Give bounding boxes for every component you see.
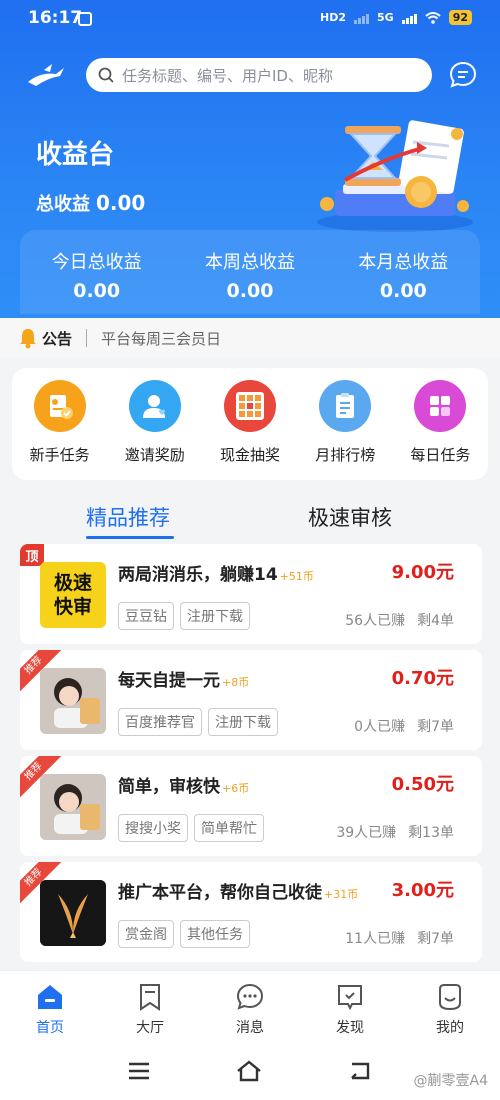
task-price: 0.70元 — [391, 668, 454, 689]
total-earnings: 总收益 0.00 — [36, 191, 146, 215]
search-placeholder: 任务标题、编号、用户ID、昵称 — [122, 66, 333, 85]
announcement-bar[interactable]: 公告 平台每周三会员日 — [0, 318, 500, 358]
pinned-badge: 顶 — [20, 544, 44, 566]
status-bar: 16:17 HD2 5G 92 — [0, 8, 500, 32]
bell-icon — [20, 329, 36, 349]
task-title: 两局消消乐，躺赚14 +51币 — [118, 565, 314, 585]
back-icon[interactable] — [348, 1060, 372, 1082]
quick-menu: 新手任务 邀请奖励 现金抽奖 月排行榜 每日任务 — [12, 368, 488, 480]
task-title: 推广本平台，帮你自己收徒 +31币 — [118, 883, 359, 903]
task-tabs: 精品推荐 极速审核 — [0, 502, 500, 542]
task-meta: 11人已赚 剩7单 — [345, 931, 454, 947]
quick-item-newbie[interactable]: 新手任务 — [12, 368, 107, 480]
task-tag: 豆豆钻 — [118, 602, 174, 630]
announcement-tag: 公告 — [42, 329, 73, 348]
nav-hall[interactable]: 大厅 — [100, 971, 200, 1044]
total-earnings-value: 0.00 — [96, 191, 146, 215]
task-price: 9.00元 — [391, 562, 454, 583]
daily-task-icon — [414, 380, 467, 432]
task-thumbnail — [40, 668, 106, 734]
notification-icon — [78, 12, 92, 26]
lottery-icon — [224, 380, 276, 432]
task-tags: 搜搜小奖 简单帮忙 — [118, 814, 264, 842]
hd-indicator: HD2 — [320, 11, 346, 24]
task-thumbnail — [40, 880, 106, 946]
task-tags: 百度推荐官 注册下载 — [118, 708, 278, 736]
chat-bubble-icon[interactable] — [448, 60, 478, 90]
task-title: 每天自提一元 +8币 — [118, 671, 250, 691]
task-tags: 赏金阁 其他任务 — [118, 920, 250, 948]
signal-icon — [354, 12, 369, 24]
nav-messages[interactable]: 消息 — [200, 971, 300, 1044]
task-price: 0.50元 — [391, 774, 454, 795]
task-tag: 注册下载 — [208, 708, 278, 736]
stat-today[interactable]: 今日总收益 0.00 — [20, 230, 173, 314]
task-card[interactable]: 顶 极速 快审 两局消消乐，躺赚14 +51币 9.00元 豆豆钻 注册下载 56… — [20, 544, 482, 644]
system-nav-bar: @蒯零壹A4 — [0, 1044, 500, 1100]
wifi-icon — [425, 11, 441, 24]
app-logo-icon[interactable] — [26, 62, 66, 90]
discover-icon — [338, 985, 362, 1011]
signal-5g-icon — [401, 12, 417, 24]
battery-level: 92 — [448, 10, 472, 25]
task-bonus: +8币 — [222, 676, 250, 689]
earnings-stats: 今日总收益 0.00 本周总收益 0.00 本月总收益 0.00 — [20, 230, 480, 314]
stat-week[interactable]: 本周总收益 0.00 — [173, 230, 326, 314]
task-bonus: +31币 — [324, 888, 359, 901]
task-bonus: +51币 — [279, 570, 314, 583]
task-title: 简单，审核快 +6币 — [118, 777, 250, 797]
home-icon — [38, 985, 62, 1009]
status-time: 16:17 — [28, 8, 83, 28]
quick-item-lottery[interactable]: 现金抽奖 — [202, 368, 297, 480]
task-meta: 39人已赚 剩13单 — [336, 825, 454, 841]
nav-profile[interactable]: 我的 — [400, 971, 500, 1044]
tab-fast-review[interactable]: 极速审核 — [308, 502, 392, 532]
task-price: 3.00元 — [391, 880, 454, 901]
task-thumbnail — [40, 774, 106, 840]
ranking-icon — [319, 380, 372, 432]
task-tag: 百度推荐官 — [118, 708, 202, 736]
task-tag: 其他任务 — [180, 920, 250, 948]
task-meta: 0人已赚 剩7单 — [354, 719, 454, 735]
nav-home[interactable]: 首页 — [0, 971, 100, 1044]
task-card[interactable]: 每天自提一元 +8币 0.70元 百度推荐官 注册下载 0人已赚 剩7单 推荐 — [20, 650, 482, 750]
watermark: @蒯零壹A4 — [413, 1073, 488, 1089]
task-tag: 注册下载 — [180, 602, 250, 630]
task-bonus: +6币 — [222, 782, 250, 795]
tab-active-indicator — [86, 536, 174, 539]
nav-discover[interactable]: 发现 — [300, 971, 400, 1044]
home-system-icon[interactable] — [236, 1060, 262, 1082]
task-tag: 搜搜小奖 — [118, 814, 188, 842]
menu-icon[interactable] — [128, 1060, 150, 1082]
task-tag: 赏金阁 — [118, 920, 174, 948]
hero-header: 16:17 HD2 5G 92 任务标题、编号、用户ID、昵称 收益台 总收益 0… — [0, 0, 500, 318]
task-card[interactable]: 推广本平台，帮你自己收徒 +31币 3.00元 赏金阁 其他任务 11人已赚 剩7单… — [20, 862, 482, 962]
status-right: HD2 5G 92 — [320, 10, 472, 25]
announcement-text: 平台每周三会员日 — [101, 329, 222, 348]
profile-icon — [439, 984, 461, 1011]
top-bar: 任务标题、编号、用户ID、昵称 — [0, 58, 500, 94]
message-icon — [236, 983, 264, 1010]
quick-item-daily[interactable]: 每日任务 — [393, 368, 488, 480]
quick-item-invite[interactable]: 邀请奖励 — [107, 368, 202, 480]
quick-item-ranking[interactable]: 月排行榜 — [298, 368, 393, 480]
task-meta: 56人已赚 剩4单 — [345, 613, 454, 629]
invite-user-icon — [128, 380, 181, 432]
task-tags: 豆豆钻 注册下载 — [118, 602, 250, 630]
bookmark-icon — [140, 984, 160, 1011]
search-icon — [98, 67, 114, 83]
stat-month[interactable]: 本月总收益 0.00 — [327, 230, 480, 314]
task-tag: 简单帮忙 — [194, 814, 264, 842]
bottom-nav: 首页 大厅 消息 发现 我的 — [0, 970, 500, 1044]
task-card[interactable]: 简单，审核快 +6币 0.50元 搜搜小奖 简单帮忙 39人已赚 剩13单 推荐 — [20, 756, 482, 856]
task-thumbnail: 极速 快审 — [40, 562, 106, 628]
network-label: 5G — [377, 11, 394, 24]
tab-featured[interactable]: 精品推荐 — [86, 502, 170, 532]
search-input[interactable]: 任务标题、编号、用户ID、昵称 — [86, 58, 432, 92]
divider — [86, 329, 88, 347]
earnings-title: 收益台 — [36, 140, 115, 170]
hourglass-illustration-icon — [317, 120, 473, 232]
newbie-task-icon — [33, 380, 86, 432]
